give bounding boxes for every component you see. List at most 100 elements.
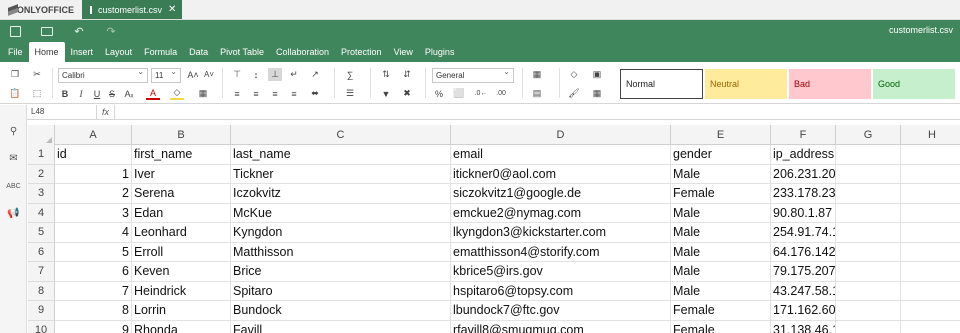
cell[interactable]: 90.80.1.87 <box>771 203 836 223</box>
cell[interactable]: rfavill8@smugmug.com <box>451 320 671 333</box>
cell[interactable]: Brice <box>231 262 451 282</box>
fill-color-icon[interactable]: ◇ <box>170 87 184 100</box>
search-icon[interactable]: ⚲ <box>7 125 20 138</box>
cell[interactable]: 79.175.207.124 <box>771 262 836 282</box>
print-icon[interactable] <box>41 25 53 37</box>
column-header-c[interactable]: C <box>231 125 451 145</box>
cell[interactable]: 64.176.142.229 <box>771 242 836 262</box>
cell[interactable]: Serena <box>132 184 231 204</box>
cell[interactable]: Female <box>671 301 771 321</box>
copy-icon[interactable]: ❐ <box>8 68 22 81</box>
cell[interactable]: Male <box>671 281 771 301</box>
cell[interactable]: Female <box>671 320 771 333</box>
cell[interactable] <box>901 184 960 204</box>
insert-cells-icon[interactable]: ▤ <box>530 87 544 100</box>
format-as-table-icon[interactable]: ▦ <box>590 87 604 100</box>
cell[interactable]: 4 <box>55 223 132 243</box>
cell[interactable]: 9 <box>55 320 132 333</box>
cell[interactable]: Keven <box>132 262 231 282</box>
cell[interactable]: 43.247.58.128 <box>771 281 836 301</box>
cell[interactable]: ematthisson4@storify.com <box>451 242 671 262</box>
cell[interactable]: siczokvitz1@google.de <box>451 184 671 204</box>
close-tab-icon[interactable]: ✕ <box>168 4 176 15</box>
cell[interactable] <box>901 301 960 321</box>
menu-file[interactable]: File <box>2 42 29 62</box>
cell[interactable]: Male <box>671 242 771 262</box>
paste-icon[interactable]: 📋 <box>8 87 22 100</box>
copy-style-icon[interactable]: 🖌 <box>567 87 581 100</box>
cell[interactable] <box>901 223 960 243</box>
cell[interactable]: 3 <box>55 203 132 223</box>
cell[interactable]: Male <box>671 262 771 282</box>
cell-name-box[interactable]: L48 <box>27 104 97 119</box>
row-header[interactable]: 1 <box>28 145 55 165</box>
cell[interactable]: Spitaro <box>231 281 451 301</box>
menu-layout[interactable]: Layout <box>99 42 138 62</box>
cell[interactable]: id <box>55 145 132 165</box>
row-header[interactable]: 10 <box>28 320 55 333</box>
cell[interactable]: 206.231.206.221 <box>771 164 836 184</box>
cell[interactable]: ip_address <box>771 145 836 165</box>
align-left-icon[interactable]: ≡ <box>230 87 244 100</box>
spreadsheet-grid[interactable]: ABCDEFGH 1 id first_name last_name email gend… <box>28 125 960 333</box>
named-ranges-icon[interactable]: ☰ <box>343 87 357 100</box>
align-top-icon[interactable]: ⊤ <box>230 68 244 81</box>
menu-plugins[interactable]: Plugins <box>419 42 461 62</box>
row-header[interactable]: 8 <box>28 281 55 301</box>
menu-data[interactable]: Data <box>183 42 214 62</box>
cell[interactable]: emckue2@nymag.com <box>451 203 671 223</box>
column-header-f[interactable]: F <box>771 125 836 145</box>
row-header[interactable]: 3 <box>28 184 55 204</box>
italic-icon[interactable]: I <box>74 87 88 100</box>
style-neutral[interactable]: Neutral <box>705 69 787 99</box>
menu-home[interactable]: Home <box>28 42 65 62</box>
style-good[interactable]: Good <box>873 69 955 99</box>
row-header[interactable]: 2 <box>28 164 55 184</box>
cell[interactable]: McKue <box>231 203 451 223</box>
cell[interactable]: Male <box>671 164 771 184</box>
cell[interactable]: email <box>451 145 671 165</box>
menu-pivot-table[interactable]: Pivot Table <box>214 42 270 62</box>
cell[interactable]: Favill <box>231 320 451 333</box>
menu-insert[interactable]: Insert <box>65 42 100 62</box>
cell[interactable] <box>836 145 901 165</box>
cell[interactable]: Female <box>671 184 771 204</box>
cell[interactable]: 5 <box>55 242 132 262</box>
cell[interactable]: Rhonda <box>132 320 231 333</box>
cell[interactable]: kbrice5@irs.gov <box>451 262 671 282</box>
function-icon[interactable]: fx <box>97 104 115 119</box>
cell[interactable] <box>836 184 901 204</box>
cell[interactable]: lkyngdon3@kickstarter.com <box>451 223 671 243</box>
cell[interactable]: Tickner <box>231 164 451 184</box>
column-header-b[interactable]: B <box>132 125 231 145</box>
conditional-format-icon[interactable]: ▦ <box>530 68 544 81</box>
clear-icon[interactable]: ◇ <box>567 68 581 81</box>
cell[interactable] <box>836 262 901 282</box>
cell[interactable]: first_name <box>132 145 231 165</box>
column-header-e[interactable]: E <box>671 125 771 145</box>
filter-icon[interactable]: ▼ <box>379 87 393 100</box>
cell[interactable]: Male <box>671 203 771 223</box>
row-header[interactable]: 7 <box>28 262 55 282</box>
cut-icon[interactable]: ✂ <box>30 68 44 81</box>
cell[interactable]: 31.138.46.180 <box>771 320 836 333</box>
cell[interactable]: Iczokvitz <box>231 184 451 204</box>
cell[interactable] <box>901 145 960 165</box>
column-header-h[interactable]: H <box>901 125 960 145</box>
cell[interactable] <box>836 164 901 184</box>
cell[interactable]: 1 <box>55 164 132 184</box>
cell[interactable]: Male <box>671 223 771 243</box>
cell[interactable]: Edan <box>132 203 231 223</box>
underline-icon[interactable]: U <box>90 87 104 100</box>
clear-filter-icon[interactable]: ✖ <box>400 87 414 100</box>
cell[interactable]: 6 <box>55 262 132 282</box>
select-all-corner[interactable] <box>28 125 55 145</box>
cell[interactable] <box>836 242 901 262</box>
align-right-icon[interactable]: ≡ <box>268 87 282 100</box>
cell[interactable] <box>901 204 960 223</box>
align-bottom-icon[interactable]: ⊥ <box>268 68 282 81</box>
sort-ascending-icon[interactable]: ⇅ <box>379 68 393 81</box>
cell[interactable]: hspitaro6@topsy.com <box>451 281 671 301</box>
column-header-g[interactable]: G <box>836 125 901 145</box>
cell[interactable] <box>901 262 960 282</box>
